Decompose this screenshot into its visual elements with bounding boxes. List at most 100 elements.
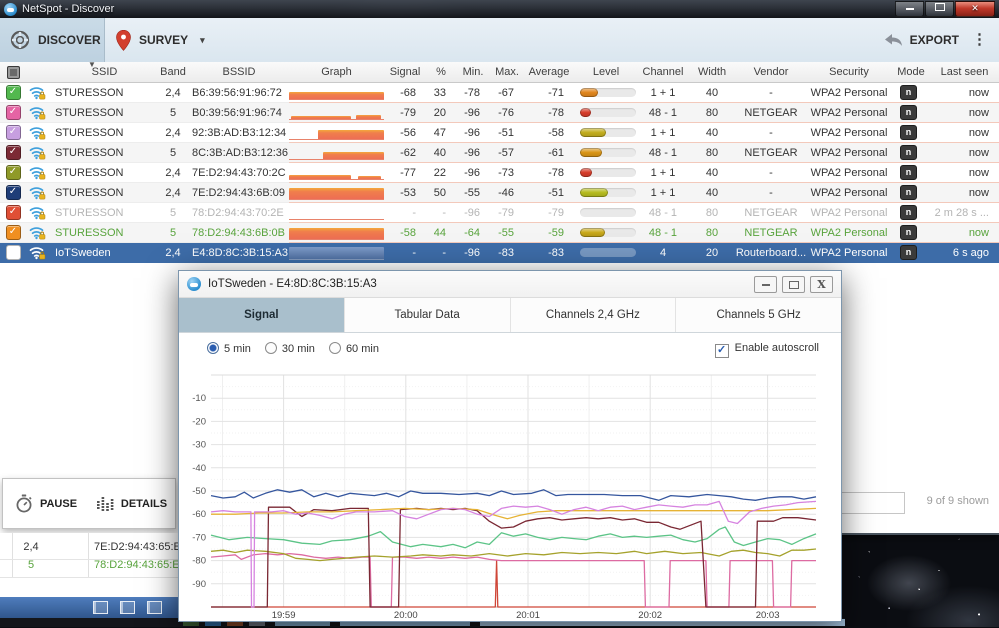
column-header-level[interactable]: Level bbox=[574, 62, 638, 82]
table-row[interactable]: ✓ STURESSON2,4B6:39:56:91:96:72-6833-78-… bbox=[0, 83, 999, 103]
stopwatch-icon bbox=[15, 494, 33, 513]
cell-mode: n bbox=[892, 243, 930, 263]
cell-last-seen: now bbox=[930, 143, 999, 163]
column-header-vendor[interactable]: Vendor bbox=[736, 62, 806, 82]
column-header-ssid[interactable]: SSID bbox=[52, 62, 157, 82]
radio-button-icon[interactable] bbox=[265, 342, 277, 354]
autoscroll-control[interactable]: ✓ Enable autoscroll bbox=[715, 342, 819, 358]
radio-60-min[interactable]: 60 min bbox=[329, 343, 393, 355]
cell-graph-sparkline bbox=[289, 243, 384, 263]
grid-icon[interactable] bbox=[120, 601, 135, 614]
cell-percent: 44 bbox=[426, 223, 456, 243]
cell-average: -71 bbox=[524, 83, 574, 103]
survey-caret-icon[interactable]: ▾ bbox=[200, 35, 205, 46]
radio-30-min[interactable]: 30 min bbox=[265, 343, 329, 355]
cell-average: -61 bbox=[524, 143, 574, 163]
cell-channel: 1 + 1 bbox=[638, 163, 688, 183]
table-row[interactable]: ✓ STURESSON578:D2:94:43:70:2E---96-79-79… bbox=[0, 203, 999, 223]
cell-graph-sparkline bbox=[289, 143, 384, 163]
column-header-bssid[interactable]: BSSID bbox=[189, 62, 289, 82]
column-header-max-[interactable]: Max. bbox=[490, 62, 524, 82]
column-header-signal[interactable]: Signal bbox=[384, 62, 426, 82]
cell-channel: 1 + 1 bbox=[638, 123, 688, 143]
svg-text:20:02: 20:02 bbox=[638, 610, 662, 621]
column-header-channel[interactable]: Channel bbox=[638, 62, 688, 82]
overflow-menu-icon[interactable]: ⋮ bbox=[972, 30, 987, 48]
cell-bssid: 78:D2:94:43:70:2E bbox=[189, 203, 289, 223]
column-header-average[interactable]: Average bbox=[524, 62, 574, 82]
background-table-row[interactable]: 2,47E:D2:94:43:65:E6 bbox=[0, 541, 178, 560]
select-all-checkbox[interactable] bbox=[7, 66, 20, 79]
cell-band: 2,4 bbox=[157, 163, 189, 183]
dialog-minimize-button[interactable] bbox=[754, 276, 777, 293]
cell-security: WPA2 Personal bbox=[806, 243, 892, 263]
tab-discover[interactable]: DISCOVER bbox=[0, 18, 105, 62]
details-button[interactable]: DETAILS bbox=[89, 479, 175, 528]
dialog-close-button[interactable]: X bbox=[810, 276, 833, 293]
dialog-maximize-button[interactable] bbox=[782, 276, 805, 293]
cell-average: -58 bbox=[524, 123, 574, 143]
column-header-min-[interactable]: Min. bbox=[456, 62, 490, 82]
cell-mode: n bbox=[892, 163, 930, 183]
cell-signal: -68 bbox=[384, 83, 426, 103]
cell-vendor: NETGEAR bbox=[736, 223, 806, 243]
pause-button[interactable]: PAUSE bbox=[3, 479, 89, 528]
table-row[interactable]: ✓ STURESSON5B0:39:56:91:96:74-7920-96-76… bbox=[0, 103, 999, 123]
column-header-graph[interactable]: Graph bbox=[289, 62, 384, 82]
row-checkbox[interactable]: ✓ bbox=[6, 185, 21, 200]
row-checkbox[interactable]: ✓ bbox=[6, 125, 21, 140]
column-header-last-seen[interactable]: Last seen bbox=[930, 62, 999, 82]
book-icon[interactable] bbox=[93, 601, 108, 614]
cell-level-bar bbox=[574, 143, 638, 163]
window-maximize-button[interactable] bbox=[925, 1, 954, 17]
row-checkbox[interactable]: ✓ bbox=[6, 105, 21, 120]
tab-survey[interactable]: SURVEY ▾ bbox=[106, 18, 221, 62]
cell-bssid: 92:3B:AD:B3:12:34 bbox=[189, 123, 289, 143]
cell-signal: -77 bbox=[384, 163, 426, 183]
cell-bssid: 8C:3B:AD:B3:12:36 bbox=[189, 143, 289, 163]
wifi-lock-icon bbox=[29, 145, 46, 160]
window-close-button[interactable]: ✕ bbox=[955, 1, 995, 17]
filter-input[interactable] bbox=[831, 492, 905, 514]
row-checkbox[interactable]: ✓ bbox=[6, 145, 21, 160]
radio-button-icon[interactable] bbox=[207, 342, 219, 354]
table-row[interactable]: IoTSweden2,4E4:8D:8C:3B:15:A3---96-83-83… bbox=[0, 243, 999, 263]
wifi-lock-icon bbox=[29, 225, 46, 240]
column-header-width[interactable]: Width bbox=[688, 62, 736, 82]
column-header-security[interactable]: Security bbox=[806, 62, 892, 82]
row-checkbox[interactable]: ✓ bbox=[6, 205, 21, 220]
row-checkbox[interactable] bbox=[6, 245, 21, 260]
autoscroll-checkbox[interactable]: ✓ bbox=[715, 344, 729, 358]
dialog-tab-signal[interactable]: Signal bbox=[179, 298, 345, 332]
cell-percent: - bbox=[426, 243, 456, 263]
table-gear-icon[interactable] bbox=[147, 601, 162, 614]
autoscroll-label: Enable autoscroll bbox=[735, 342, 819, 354]
cell-level-bar bbox=[574, 243, 638, 263]
row-checkbox[interactable]: ✓ bbox=[6, 225, 21, 240]
column-header-mode[interactable]: Mode bbox=[892, 62, 930, 82]
radio-button-icon[interactable] bbox=[329, 342, 341, 354]
row-checkbox[interactable]: ✓ bbox=[6, 165, 21, 180]
dialog-tab-tabular-data[interactable]: Tabular Data bbox=[345, 298, 511, 332]
table-row[interactable]: ✓ STURESSON2,47E:D2:94:43:70:2C-7722-96-… bbox=[0, 163, 999, 183]
table-row[interactable]: ✓ STURESSON58C:3B:AD:B3:12:36-6240-96-57… bbox=[0, 143, 999, 163]
column-header-band[interactable]: Band bbox=[157, 62, 189, 82]
table-row[interactable]: ✓ STURESSON2,47E:D2:94:43:6B:09-5350-55-… bbox=[0, 183, 999, 203]
dialog-tab-channels-2-4-ghz[interactable]: Channels 2,4 GHz bbox=[511, 298, 677, 332]
table-row[interactable]: ✓ STURESSON2,492:3B:AD:B3:12:34-5647-96-… bbox=[0, 123, 999, 143]
cell-security: WPA2 Personal bbox=[806, 163, 892, 183]
table-row[interactable]: ✓ STURESSON578:D2:94:43:6B:0B-5844-64-55… bbox=[0, 223, 999, 243]
window-minimize-button[interactable] bbox=[895, 1, 924, 17]
dialog-tab-channels-5-ghz[interactable]: Channels 5 GHz bbox=[676, 298, 841, 332]
dialog-titlebar: IoTSweden - E4:8D:8C:3B:15:A3 X bbox=[179, 271, 841, 298]
cell-ssid: STURESSON bbox=[52, 163, 157, 183]
export-button[interactable]: EXPORT bbox=[884, 18, 959, 62]
background-table-row[interactable]: 578:D2:94:43:65:E8 bbox=[0, 559, 178, 578]
cell-percent: 47 bbox=[426, 123, 456, 143]
radio-5-min[interactable]: 5 min bbox=[207, 343, 265, 355]
cell-average: -59 bbox=[524, 223, 574, 243]
column-header--[interactable]: % bbox=[426, 62, 456, 82]
row-checkbox[interactable]: ✓ bbox=[6, 85, 21, 100]
dialog-tabs: SignalTabular DataChannels 2,4 GHzChanne… bbox=[179, 298, 841, 333]
cell-percent: 33 bbox=[426, 83, 456, 103]
